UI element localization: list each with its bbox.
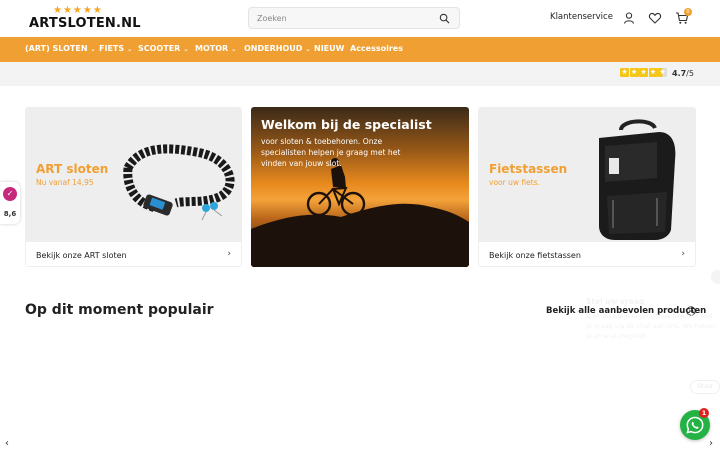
chevron-down-icon: ⌄ <box>127 46 133 53</box>
chat-teaser: Stel uw vraag Kunnen we je ergens mee he… <box>586 297 720 341</box>
nav-item-label: SCOOTER <box>138 44 181 53</box>
nav-item-scooter[interactable]: SCOOTER ⌄ <box>138 44 188 53</box>
promo-card-fietstassen[interactable]: Fietstassen voor uw fiets. Bekijk onze f… <box>478 107 696 267</box>
chevron-right-icon: › <box>681 249 685 259</box>
card-media: ART sloten Nu vanaf 14,95 <box>26 108 241 242</box>
logo-stars: ★★★★★ <box>53 5 103 16</box>
card-title: ART sloten <box>36 162 109 176</box>
star-icon: ★ <box>639 68 648 77</box>
customer-service-link[interactable]: Klantenservice <box>550 12 613 22</box>
rating-value: 4.7/5 <box>672 69 694 78</box>
rating-bar <box>0 62 720 86</box>
card-subtitle: voor uw fiets. <box>489 178 540 187</box>
chevron-down-icon: ⌄ <box>305 46 311 53</box>
top-header: ★★★★★ ARTSLOTEN.NL Klantenservice 0 <box>0 0 720 37</box>
search-input[interactable] <box>257 11 437 26</box>
nav-item-label: (ART) SLOTEN <box>25 44 88 53</box>
nav-item-label: MOTOR <box>195 44 229 53</box>
nav-item-accessoires[interactable]: Accessoires <box>350 44 403 53</box>
star-icon: ★ <box>620 68 629 77</box>
nav-item-label: NIEUW <box>314 44 345 53</box>
site-logo[interactable]: ★★★★★ ARTSLOTEN.NL <box>29 5 141 32</box>
card-footer[interactable]: Bekijk onze fietstassen › <box>479 242 695 266</box>
chevron-down-icon: ⌄ <box>90 46 96 53</box>
chevron-down-icon: ⌄ <box>183 46 189 53</box>
chat-teaser-body: Kunnen we je ergens mee helpen? Stel je … <box>586 312 717 340</box>
nav-item-art-sloten[interactable]: (ART) SLOTEN ⌄ <box>25 44 96 53</box>
chat-teaser-title: Stel uw vraag <box>586 297 645 306</box>
search-bar <box>248 7 460 29</box>
rating-stars: ★ ★ ★ ★ ★ <box>620 68 667 79</box>
promo-card-art-sloten[interactable]: ART sloten Nu vanaf 14,95 Bekijk onze AR… <box>25 107 242 267</box>
review-logo-icon: ✓ <box>3 187 17 201</box>
chat-send-button[interactable]: Stuur <box>690 380 720 394</box>
chevron-right-icon: › <box>227 249 231 259</box>
card-subtitle: Nu vanaf 14,95 <box>36 178 94 187</box>
review-score: 8,6 <box>3 210 17 218</box>
card-title: Fietstassen <box>489 162 568 176</box>
nav-item-label: Accessoires <box>350 44 403 53</box>
heart-icon[interactable] <box>648 11 662 25</box>
nav-item-label: ONDERHOUD <box>244 44 303 53</box>
star-icon: ★ <box>648 68 658 77</box>
user-icon[interactable] <box>622 11 636 25</box>
card-title: Welkom bij de specialist <box>261 117 432 132</box>
card-link-label: Bekijk onze ART sloten <box>36 251 127 260</box>
promo-card-specialist[interactable]: Welkom bij de specialist voor sloten & t… <box>251 107 469 267</box>
card-footer[interactable]: Bekijk onze ART sloten › <box>26 242 241 266</box>
card-media: Fietstassen voor uw fiets. <box>479 108 695 242</box>
whatsapp-notification-badge: 1 <box>699 408 709 418</box>
logo-text: ARTSLOTEN.NL <box>29 16 141 31</box>
carousel-next-icon[interactable]: › <box>709 438 713 449</box>
half-star-icon: ★ <box>658 68 667 77</box>
review-widget[interactable]: ✓ 8,6 <box>0 182 20 224</box>
popular-section-title: Op dit moment populair <box>25 302 214 318</box>
star-icon: ★ <box>629 68 639 77</box>
carousel-prev-icon[interactable]: ‹ <box>5 438 9 449</box>
nav-item-label: FIETS <box>99 44 125 53</box>
card-link-label: Bekijk onze fietstassen <box>489 251 581 260</box>
search-icon[interactable] <box>439 13 450 24</box>
nav-item-fiets[interactable]: FIETS ⌄ <box>99 44 132 53</box>
nav-item-nieuw[interactable]: NIEUW <box>314 44 344 53</box>
chat-avatar <box>711 270 720 284</box>
main-nav: (ART) SLOTEN ⌄ FIETS ⌄ SCOOTER ⌄ MOTOR ⌄ OND… <box>0 37 720 62</box>
nav-item-onderhoud[interactable]: ONDERHOUD ⌄ <box>244 44 310 53</box>
card-body: voor sloten & toebehoren. Onze specialis… <box>261 137 401 168</box>
cart-count-badge: 0 <box>684 8 692 16</box>
nav-item-motor[interactable]: MOTOR ⌄ <box>195 44 236 53</box>
chevron-down-icon: ⌄ <box>231 46 237 53</box>
